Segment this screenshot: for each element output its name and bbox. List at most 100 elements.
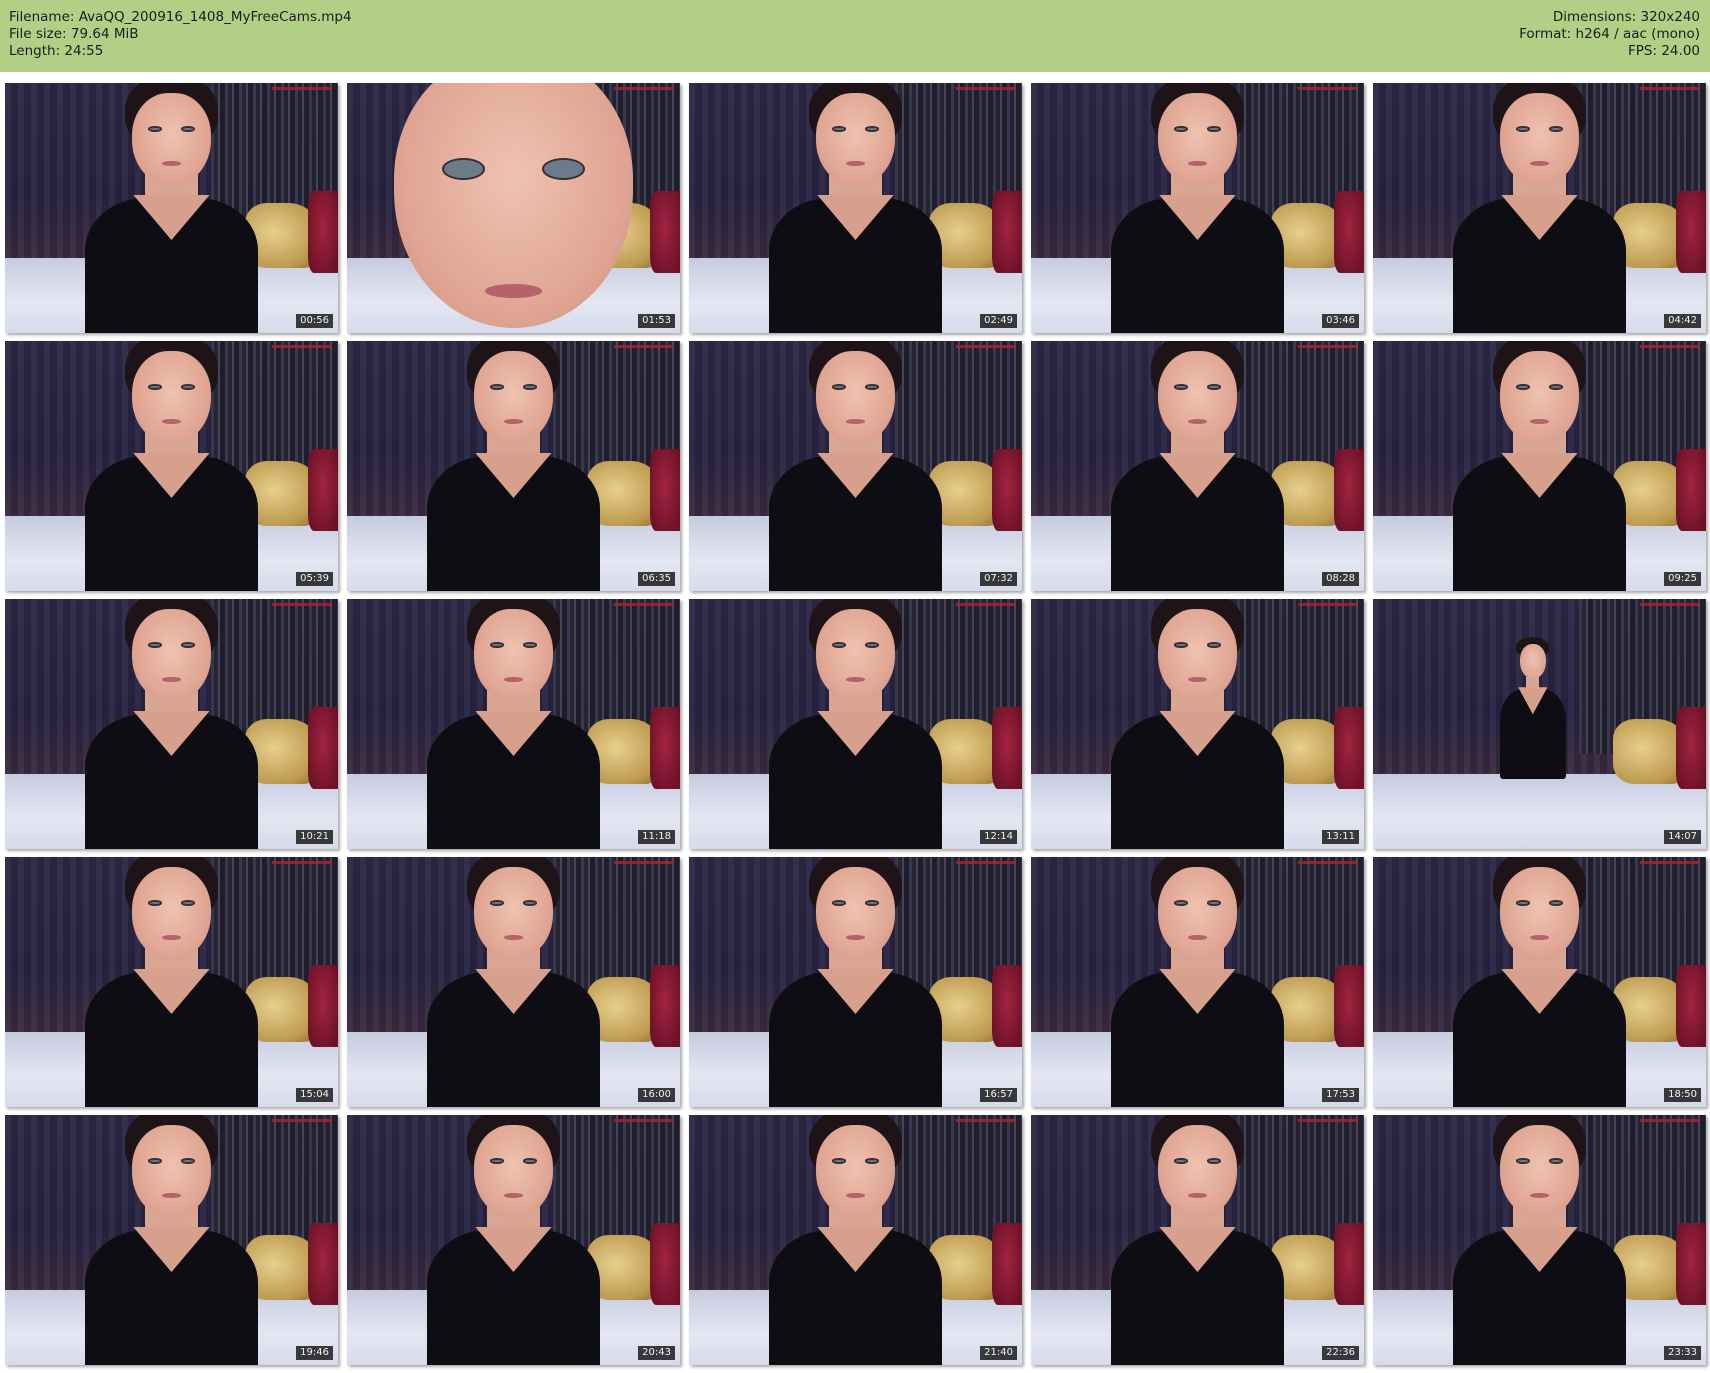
person-face <box>1157 351 1238 444</box>
person-face <box>473 867 554 960</box>
red-pillow <box>1676 190 1706 273</box>
mouth <box>1187 419 1208 425</box>
mouth <box>845 419 866 425</box>
right-eye <box>181 126 196 132</box>
video-frame-thumbnail: 21:40 <box>689 1115 1022 1365</box>
shirt-neckline <box>133 969 210 1014</box>
video-frame-thumbnail: 19:46 <box>5 1115 338 1365</box>
black-shirt <box>1110 1227 1285 1365</box>
red-pillow <box>1676 706 1706 789</box>
shirt-neckline <box>1159 195 1236 240</box>
person-face <box>815 351 896 444</box>
person-face <box>815 609 896 702</box>
black-shirt <box>84 195 259 333</box>
shirt-neckline <box>133 195 210 240</box>
person-face <box>473 351 554 444</box>
red-pillow <box>992 1222 1022 1305</box>
red-pillow <box>1334 448 1364 531</box>
left-eye <box>147 384 162 390</box>
right-eye <box>1207 384 1222 390</box>
left-eye <box>831 1158 846 1164</box>
thumbnail-grid: 00:56 01:53 02:49 03:46 04:42 05:39 06:35 07:32… <box>5 83 1706 1369</box>
mouth <box>1529 419 1550 425</box>
red-pillow <box>308 190 338 273</box>
frame-timestamp: 22:36 <box>1322 1346 1359 1360</box>
black-shirt <box>768 453 943 591</box>
shirt-neckline <box>1501 969 1578 1014</box>
bed-sheet <box>1373 774 1706 849</box>
watermark-mark <box>1298 87 1358 90</box>
video-frame-thumbnail: 03:46 <box>1031 83 1364 333</box>
watermark-mark <box>1640 345 1700 348</box>
red-pillow <box>1334 1222 1364 1305</box>
watermark-mark <box>1640 87 1700 90</box>
left-eye <box>1515 900 1530 906</box>
frame-timestamp: 17:53 <box>1322 1088 1359 1102</box>
person-face <box>1157 93 1238 186</box>
info-header: Filename: AvaQQ_200916_1408_MyFreeCams.m… <box>0 0 1710 72</box>
black-shirt <box>426 1227 601 1365</box>
watermark-mark <box>956 345 1016 348</box>
person-face <box>815 867 896 960</box>
left-eye <box>147 900 162 906</box>
red-pillow <box>308 448 338 531</box>
shirt-neckline <box>133 453 210 498</box>
shirt-neckline <box>817 1227 894 1272</box>
video-frame-thumbnail: 22:36 <box>1031 1115 1364 1365</box>
dimensions-text: Dimensions: 320x240 <box>1552 9 1700 25</box>
left-eye <box>1173 126 1188 132</box>
right-eye <box>865 642 880 648</box>
right-eye <box>181 384 196 390</box>
frame-timestamp: 03:46 <box>1322 314 1359 328</box>
right-eye <box>1549 900 1564 906</box>
left-eye <box>1515 126 1530 132</box>
watermark-mark <box>614 87 674 90</box>
video-frame-thumbnail: 13:11 <box>1031 599 1364 849</box>
left-eye <box>1515 384 1530 390</box>
video-frame-thumbnail: 20:43 <box>347 1115 680 1365</box>
left-eye <box>831 642 846 648</box>
right-eye <box>181 900 196 906</box>
right-eye <box>1549 1158 1564 1164</box>
red-pillow <box>1334 706 1364 789</box>
mouth <box>1529 161 1550 167</box>
red-pillow <box>1676 1222 1706 1305</box>
right-eye <box>181 642 196 648</box>
black-shirt <box>768 969 943 1107</box>
shirt-neckline <box>1501 195 1578 240</box>
mouth <box>161 161 182 167</box>
red-pillow <box>992 448 1022 531</box>
right-eye <box>865 1158 880 1164</box>
red-pillow <box>992 964 1022 1047</box>
left-eye <box>831 126 846 132</box>
right-eye <box>1207 1158 1222 1164</box>
left-eye <box>1515 1158 1530 1164</box>
gold-pillow <box>1612 719 1687 784</box>
red-pillow <box>650 448 680 531</box>
left-eye <box>831 384 846 390</box>
person-face <box>131 93 212 186</box>
video-frame-thumbnail: 05:39 <box>5 341 338 591</box>
mouth <box>1529 1193 1550 1199</box>
right-eye <box>181 1158 196 1164</box>
watermark-mark <box>1298 603 1358 606</box>
left-eye <box>147 642 162 648</box>
red-pillow <box>1334 190 1364 273</box>
black-shirt <box>1110 195 1285 333</box>
video-frame-thumbnail: 08:28 <box>1031 341 1364 591</box>
mouth <box>503 1193 524 1199</box>
black-shirt <box>1452 1227 1627 1365</box>
black-shirt <box>1452 453 1627 591</box>
shirt-neckline <box>1159 453 1236 498</box>
file-info-right: Dimensions: 320x240 Format: h264 / aac (… <box>1519 9 1700 60</box>
black-shirt <box>1499 687 1567 779</box>
frame-timestamp: 10:21 <box>296 830 333 844</box>
person-face <box>131 1125 212 1218</box>
right-eye <box>523 1158 538 1164</box>
frame-timestamp: 20:43 <box>638 1346 675 1360</box>
left-eye <box>441 157 485 180</box>
frame-timestamp: 06:35 <box>638 572 675 586</box>
person-face <box>473 1125 554 1218</box>
right-eye <box>542 157 586 180</box>
mouth <box>161 935 182 941</box>
